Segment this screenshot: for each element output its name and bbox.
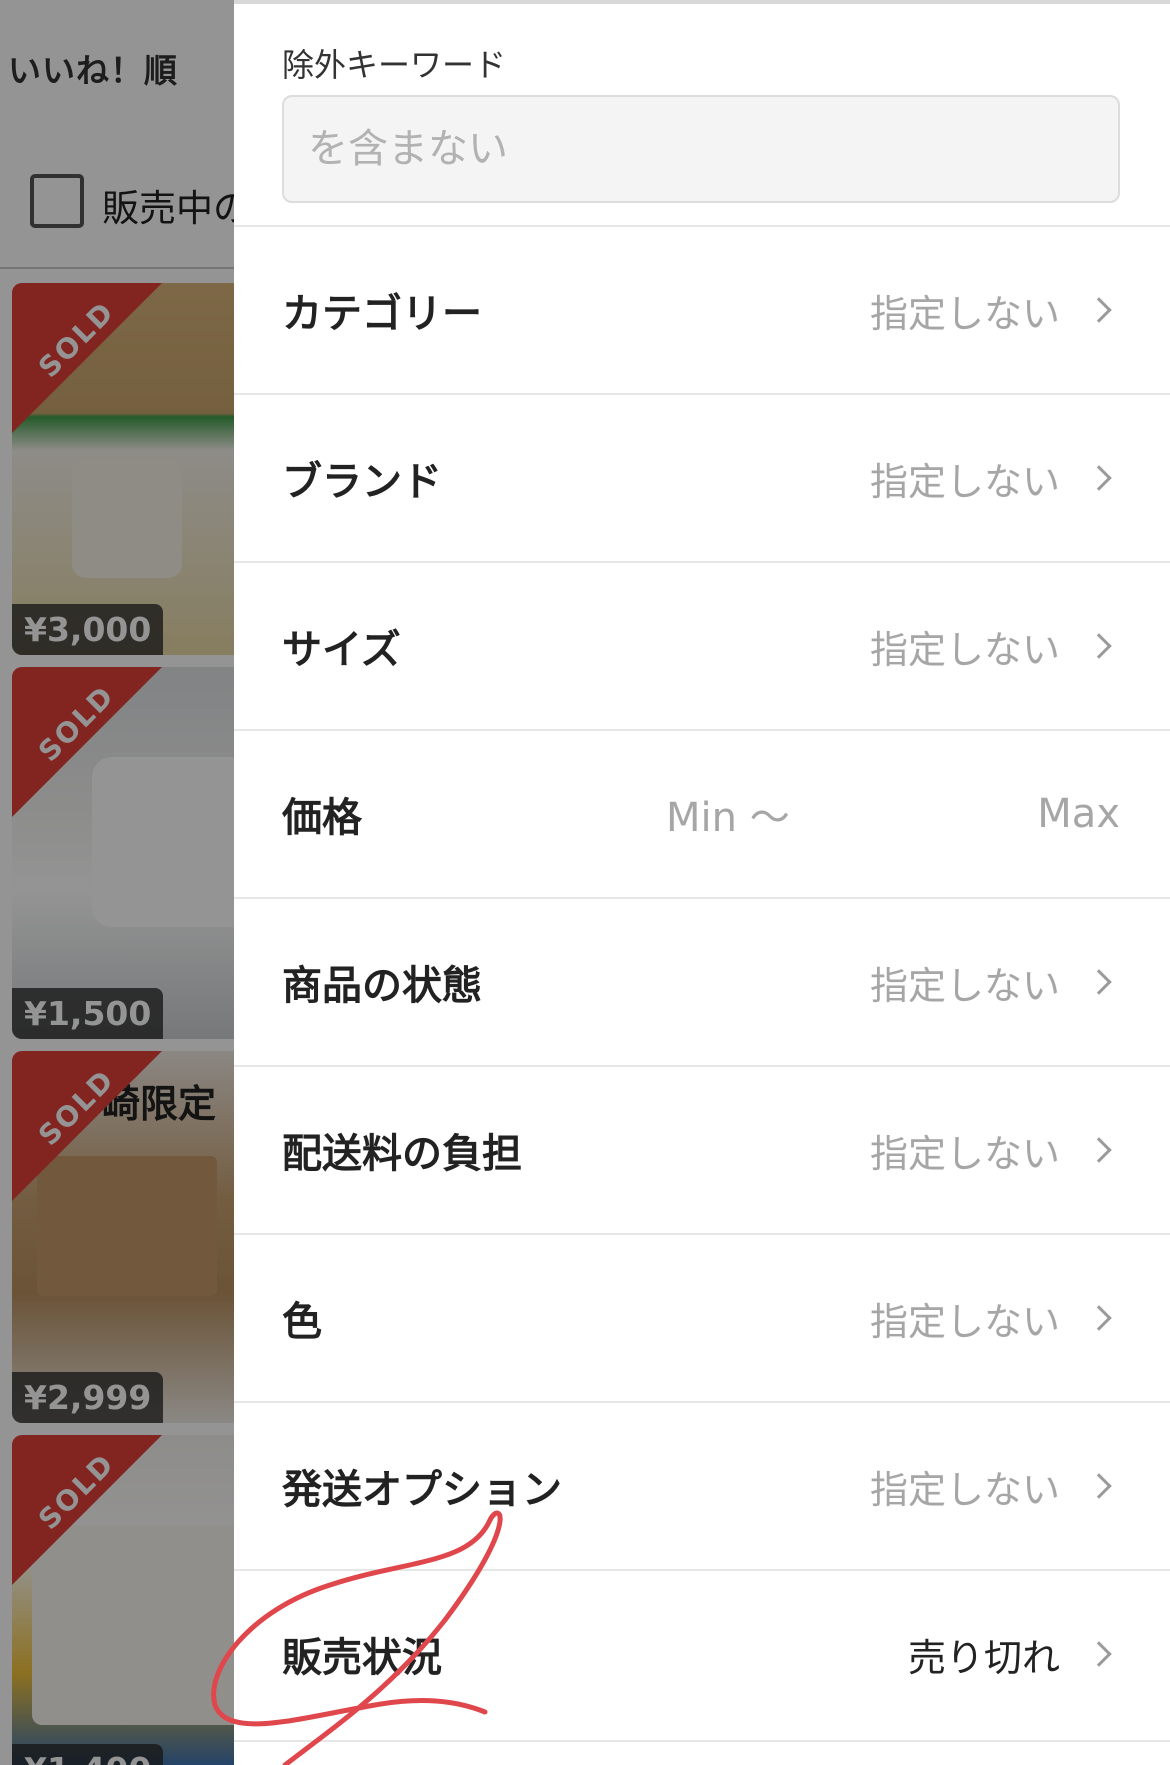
filter-panel: 除外キーワード カテゴリー 指定しない ブランド 指定しない サイズ 指定しない… [234,0,1170,1765]
filter-row-shipping-option[interactable]: 発送オプション 指定しない [234,1401,1170,1569]
filter-row-sales-status[interactable]: 販売状況 売り切れ [234,1569,1170,1737]
exclude-keyword-input[interactable] [282,95,1120,203]
chevron-right-icon [1086,297,1112,323]
chevron-right-icon [1086,969,1112,995]
filter-row-value: 指定しない [869,459,1060,504]
filter-row-brand[interactable]: ブランド 指定しない [234,393,1170,561]
price-max-input[interactable]: Max [1037,791,1120,837]
filter-row-label: カテゴリー [282,291,482,337]
filter-row-label: 販売状況 [282,1635,442,1681]
filter-row-price: 価格 Min 〜 Max [234,729,1170,897]
chevron-right-icon [1086,465,1112,491]
filter-row-value: 指定しない [869,291,1060,336]
filter-row-value: 指定しない [869,627,1060,672]
filter-row-value: 売り切れ [907,1635,1060,1680]
filter-row-color[interactable]: 色 指定しない [234,1233,1170,1401]
exclude-keyword-label: 除外キーワード [282,46,507,84]
filter-row-label: ブランド [282,459,442,505]
filter-row-shipping-fee[interactable]: 配送料の負担 指定しない [234,1065,1170,1233]
price-min-input[interactable]: Min 〜 [666,785,790,843]
filter-row-label: サイズ [282,627,401,673]
filter-row-label: 配送料の負担 [282,1131,522,1177]
divider [234,0,1170,4]
chevron-right-icon [1086,1473,1112,1499]
filter-row-label: 色 [282,1299,322,1345]
chevron-right-icon [1086,1305,1112,1331]
filter-row-condition[interactable]: 商品の状態 指定しない [234,897,1170,1065]
filter-row-value: 指定しない [869,1131,1060,1176]
filter-row-label: 発送オプション [282,1467,562,1513]
filter-row-value: 指定しない [869,963,1060,1008]
divider [234,1740,1170,1742]
filter-row-value: 指定しない [869,1299,1060,1344]
filter-row-value: 指定しない [869,1467,1060,1512]
chevron-right-icon [1086,1137,1112,1163]
filter-row-label: 商品の状態 [282,963,482,1009]
filter-row-size[interactable]: サイズ 指定しない [234,561,1170,729]
chevron-right-icon [1086,633,1112,659]
filter-row-category[interactable]: カテゴリー 指定しない [234,225,1170,393]
chevron-right-icon [1086,1641,1112,1667]
